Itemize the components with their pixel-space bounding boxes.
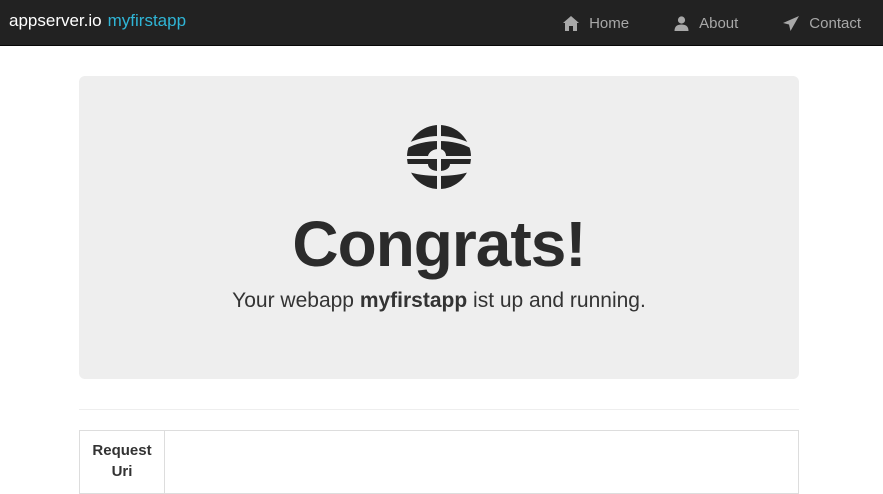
request-info-table: Request Uri	[79, 430, 799, 494]
home-icon	[563, 15, 580, 31]
brand[interactable]: appserver.io myfirstapp	[9, 11, 186, 31]
lead-text: Your webapp myfirstapp ist up and runnin…	[79, 288, 799, 314]
nav-contact-label: Contact	[809, 14, 861, 32]
nav-home[interactable]: Home	[541, 0, 652, 46]
page-title: Congrats!	[292, 208, 586, 280]
nav-about-label: About	[699, 14, 739, 32]
brand-name[interactable]: appserver.io	[9, 11, 102, 30]
lead-suffix: ist up and running.	[473, 289, 646, 312]
top-navbar: appserver.io myfirstapp Home About Contac…	[0, 0, 883, 46]
welcome-jumbotron: Congrats! Your webapp myfirstapp ist up …	[79, 76, 799, 379]
section-divider	[79, 409, 799, 410]
brand-app-name[interactable]: myfirstapp	[108, 11, 186, 30]
nav-home-label: Home	[589, 14, 630, 32]
row-value	[164, 430, 799, 494]
row-label-line2: Uri	[111, 463, 133, 480]
row-label: Request Uri	[79, 430, 165, 494]
table-row: Request Uri	[79, 430, 799, 494]
nav-about[interactable]: About	[652, 0, 761, 46]
row-label-line1: Request	[92, 442, 152, 459]
lead-prefix: Your webapp	[232, 289, 354, 312]
nav-contact[interactable]: Contact	[761, 0, 883, 46]
send-icon	[783, 15, 800, 31]
user-icon	[674, 15, 689, 31]
nav-menu: Home About Contact	[541, 0, 883, 46]
lead-app-name: myfirstapp	[359, 289, 468, 312]
appserver-logo-icon	[407, 124, 471, 190]
